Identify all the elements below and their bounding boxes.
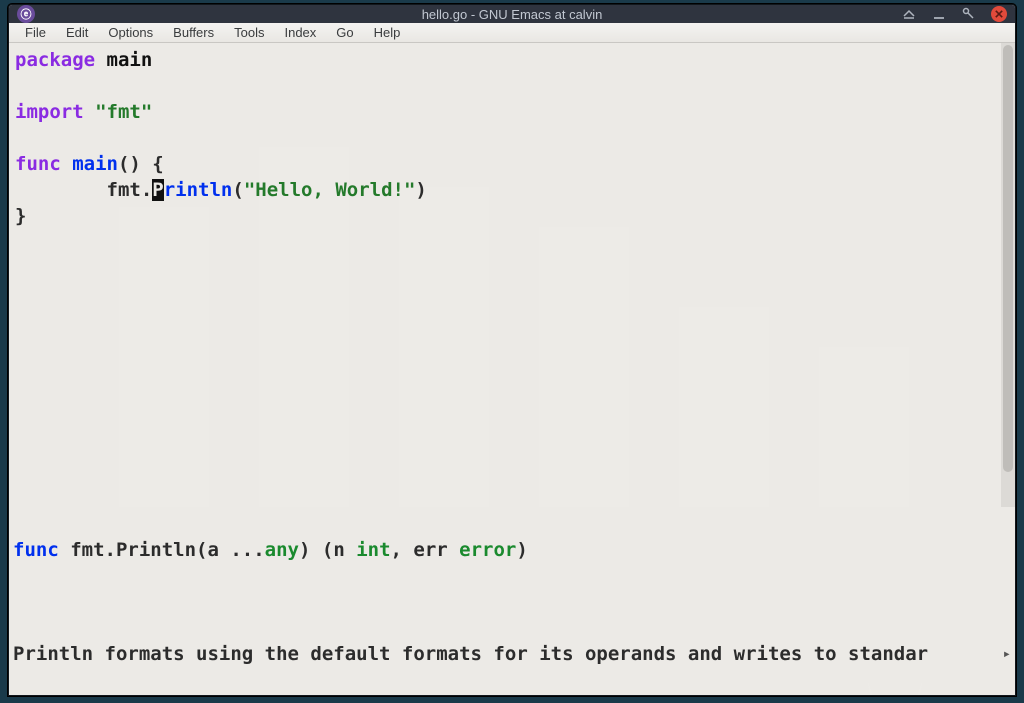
vertical-scrollbar[interactable]: [1001, 43, 1015, 507]
source-code: package main import "fmt" func main() { …: [15, 47, 1001, 229]
emacs-app-icon: ⓔ: [17, 5, 35, 23]
paren-close: ): [415, 179, 426, 201]
import-string: "fmt": [95, 101, 152, 123]
menu-file[interactable]: File: [15, 23, 56, 42]
code-editor[interactable]: package main import "fmt" func main() { …: [9, 43, 1001, 507]
minimize-button[interactable]: [931, 6, 947, 22]
string-arg: "Hello, World!": [244, 179, 416, 201]
maximize-button[interactable]: [961, 6, 977, 22]
menu-index[interactable]: Index: [274, 23, 326, 42]
menu-edit[interactable]: Edit: [56, 23, 98, 42]
menubar: File Edit Options Buffers Tools Index Go…: [9, 23, 1015, 43]
window-title: hello.go - GNU Emacs at calvin: [9, 7, 1015, 22]
kw-func: func: [15, 153, 61, 175]
menu-buffers[interactable]: Buffers: [163, 23, 224, 42]
background-mascot-silhouette: [725, 668, 985, 697]
kw-import: import: [15, 101, 84, 123]
menu-options[interactable]: Options: [98, 23, 163, 42]
ident-main: main: [107, 49, 153, 71]
line-wrap-indicator-right: ▸: [1003, 641, 1011, 667]
indent: [15, 179, 107, 201]
menu-go[interactable]: Go: [326, 23, 363, 42]
window-controls: [901, 6, 1007, 22]
scrollbar-thumb[interactable]: [1003, 45, 1013, 472]
menu-help[interactable]: Help: [364, 23, 411, 42]
kw-package: package: [15, 49, 95, 71]
eldoc-signature: func fmt.Println(a ...any) (n int, err e…: [13, 537, 1013, 563]
eldoc-doc-line-1a: Println formats using the default format…: [13, 641, 1013, 667]
func-parens: () {: [118, 153, 164, 175]
paren-open: (: [232, 179, 243, 201]
closing-brace: }: [15, 205, 26, 227]
text-cursor: P: [152, 179, 163, 201]
func-name-main: main: [72, 153, 118, 175]
eldoc-doc-line-1b: ◂d output\.: [13, 693, 1013, 696]
menu-tools[interactable]: Tools: [224, 23, 274, 42]
close-button[interactable]: [991, 6, 1007, 22]
editor-pane: package main import "fmt" func main() { …: [9, 43, 1015, 507]
eldoc-area: func fmt.Println(a ...any) (n int, err e…: [9, 507, 1015, 696]
titlebar[interactable]: ⓔ hello.go - GNU Emacs at calvin: [9, 5, 1015, 23]
call-receiver: fmt.: [107, 179, 153, 201]
emacs-window: ⓔ hello.go - GNU Emacs at calvin File Ed…: [8, 4, 1016, 696]
call-fn-name: rintln: [164, 179, 233, 201]
shade-button[interactable]: [901, 6, 917, 22]
